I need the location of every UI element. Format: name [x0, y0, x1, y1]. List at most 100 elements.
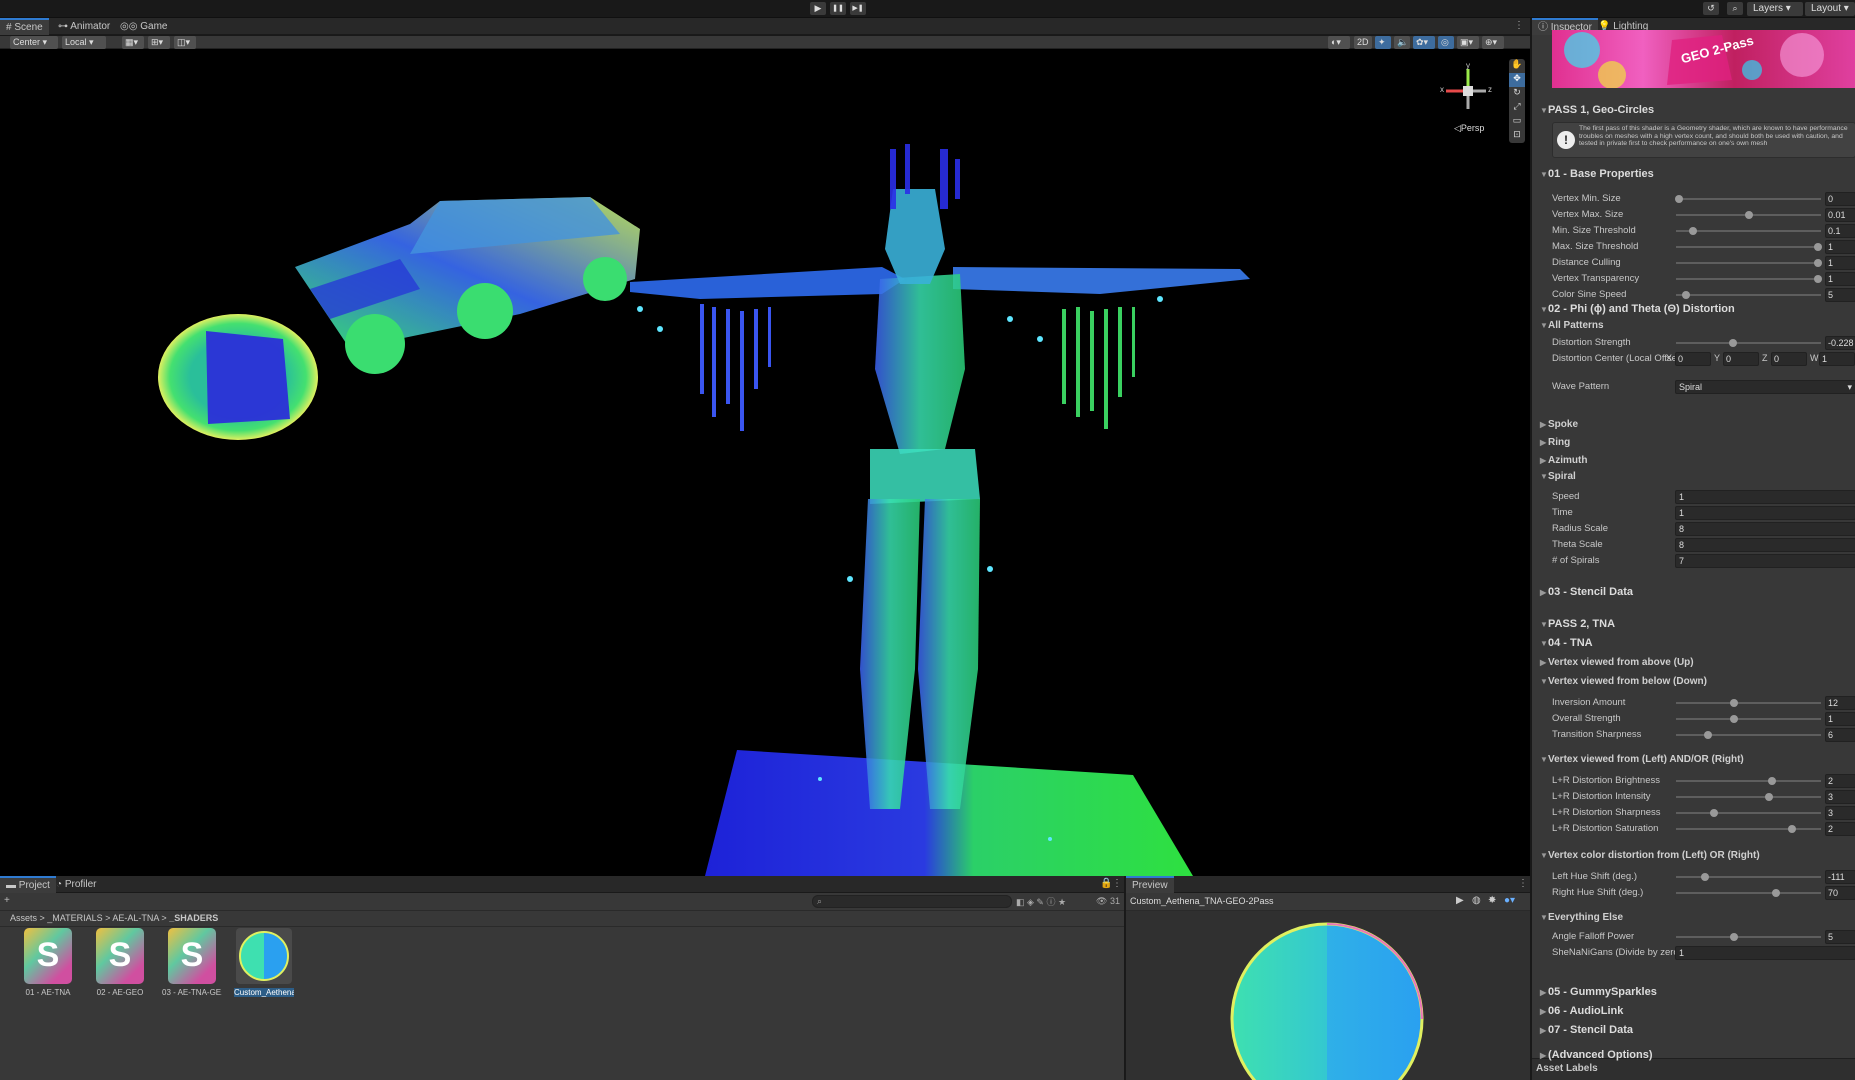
pattern-azimuth-header[interactable]: ▶ Azimuth	[1540, 455, 1587, 466]
hidden-objects-icon[interactable]: ◎	[1438, 36, 1454, 49]
scene-viewport[interactable]: y x z ◁Persp	[0, 49, 1503, 876]
slider-knob[interactable]	[1788, 825, 1796, 833]
spiral-property-field[interactable]: 1	[1675, 506, 1855, 520]
center-x-field[interactable]: 0	[1675, 352, 1711, 366]
layers-dropdown[interactable]: Layers ▾	[1747, 2, 1803, 16]
tab-animator[interactable]: ⊶ Animator	[52, 18, 116, 35]
spiral-property-field[interactable]: 7	[1675, 554, 1855, 568]
slider-knob[interactable]	[1814, 243, 1823, 251]
hue-property-field[interactable]: -111	[1825, 870, 1855, 884]
wave-pattern-dropdown[interactable]: Spiral ▾	[1675, 380, 1855, 394]
asset-item[interactable]: S 01 - AE-TNA	[18, 928, 78, 997]
snap-increment-icon[interactable]: ⊞▾	[148, 36, 170, 49]
asset-item[interactable]: S 02 - AE-GEO	[90, 928, 150, 997]
down-property-slider[interactable]	[1676, 715, 1821, 723]
down-property-slider[interactable]	[1676, 731, 1821, 739]
preview-mesh-dropdown[interactable]: ●▾	[1504, 895, 1515, 906]
preview-play-icon[interactable]: ▶	[1456, 895, 1464, 906]
scale-tool-icon[interactable]: ⤢	[1509, 101, 1525, 115]
kebab-menu-icon[interactable]: ⋮	[1514, 20, 1524, 31]
layout-dropdown[interactable]: Layout ▾	[1805, 2, 1855, 16]
slider-knob[interactable]	[1689, 227, 1698, 235]
down-property-slider[interactable]	[1676, 699, 1821, 707]
distortion-strength-field[interactable]: -0.228	[1825, 336, 1855, 350]
base-properties-header[interactable]: ▼01 - Base Properties	[1540, 168, 1654, 180]
down-property-field[interactable]: 1	[1825, 712, 1855, 726]
base-property-field[interactable]: 5	[1825, 288, 1855, 302]
center-w-field[interactable]: 1	[1819, 352, 1855, 366]
base-property-field[interactable]: 1	[1825, 256, 1855, 270]
distortion-strength-slider[interactable]	[1676, 339, 1821, 347]
slider-knob[interactable]	[1701, 873, 1709, 881]
audio-toggle-icon[interactable]: 🔈	[1394, 36, 1410, 49]
effects-toggle-icon[interactable]: ✿▾	[1413, 36, 1435, 49]
spiral-header[interactable]: ▼Spiral	[1540, 471, 1576, 482]
slider-knob[interactable]	[1728, 339, 1737, 347]
slider-knob[interactable]	[1772, 889, 1781, 897]
tail-section-header[interactable]: ▶ (Advanced Options)	[1540, 1049, 1653, 1061]
slider-knob[interactable]	[1682, 291, 1691, 299]
slider-knob[interactable]	[1730, 699, 1738, 707]
base-property-slider[interactable]	[1674, 195, 1821, 203]
grid-snap-icon[interactable]: ▦▾	[122, 36, 144, 49]
view-options-icon[interactable]: ◫▾	[174, 36, 196, 49]
base-property-field[interactable]: 1	[1825, 240, 1855, 254]
spiral-property-field[interactable]: 8	[1675, 538, 1855, 552]
base-property-slider[interactable]	[1676, 291, 1821, 299]
pattern-spoke-header[interactable]: ▶ Spoke	[1540, 419, 1578, 430]
move-tool-icon[interactable]: ✥	[1509, 73, 1525, 87]
preview-light-icon[interactable]: ✸	[1488, 895, 1496, 906]
tab-project[interactable]: ▬ Project	[0, 876, 56, 893]
lock-icon[interactable]: 🔒	[1100, 878, 1112, 889]
down-property-field[interactable]: 12	[1825, 696, 1855, 710]
pass2-header[interactable]: ▼PASS 2, TNA	[1540, 618, 1615, 630]
center-z-field[interactable]: 0	[1771, 352, 1807, 366]
preview-canvas[interactable]	[1126, 911, 1530, 1080]
tab-profiler[interactable]: ◔ Profiler	[50, 876, 103, 893]
base-property-slider[interactable]	[1676, 275, 1823, 283]
lr-property-field[interactable]: 3	[1825, 806, 1855, 820]
pivot-dropdown[interactable]: Center ▾	[10, 36, 58, 49]
kebab-menu-icon[interactable]: ⋮	[1518, 878, 1528, 889]
slider-knob[interactable]	[1674, 195, 1683, 203]
scene-orientation-gizmo[interactable]: y x z ◁Persp	[1438, 61, 1498, 141]
angle-falloff-slider[interactable]	[1676, 933, 1821, 941]
base-property-field[interactable]: 0	[1825, 192, 1855, 206]
mode-2d-toggle[interactable]: 2D	[1354, 36, 1372, 49]
slider-knob[interactable]	[1730, 933, 1738, 941]
draw-mode-icon[interactable]: ◐▾	[1328, 36, 1350, 49]
gizmos-icon[interactable]: ⊕▾	[1482, 36, 1504, 49]
tna-header[interactable]: ▼04 - TNA	[1540, 637, 1593, 649]
vertex-down-header[interactable]: ▼Vertex viewed from below (Down)	[1540, 676, 1707, 687]
breadcrumb-item[interactable]: _MATERIALS	[47, 913, 102, 923]
slider-knob[interactable]	[1767, 777, 1776, 785]
lr-property-slider[interactable]	[1676, 793, 1821, 801]
search-icon[interactable]: ⌕	[1727, 2, 1743, 15]
center-y-field[interactable]: 0	[1723, 352, 1759, 366]
transform-tool-icon[interactable]: ⊡	[1509, 129, 1525, 143]
lr-property-field[interactable]: 2	[1825, 822, 1855, 836]
shenanigans-field[interactable]: 1	[1675, 946, 1855, 960]
lr-property-field[interactable]: 3	[1825, 790, 1855, 804]
project-search-input[interactable]: ⌕	[812, 895, 1012, 908]
base-property-field[interactable]: 0.01	[1825, 208, 1855, 222]
hue-property-slider[interactable]	[1676, 873, 1821, 881]
vertex-up-header[interactable]: ▶ Vertex viewed from above (Up)	[1540, 657, 1694, 668]
slider-knob[interactable]	[1730, 715, 1738, 723]
pass1-header[interactable]: ▼PASS 1, Geo-Circles	[1540, 104, 1654, 116]
angle-falloff-field[interactable]: 5	[1825, 930, 1855, 944]
camera-settings-icon[interactable]: ▣▾	[1457, 36, 1479, 49]
lr-property-slider[interactable]	[1676, 809, 1821, 817]
tail-section-header[interactable]: ▶ 07 - Stencil Data	[1540, 1024, 1633, 1036]
kebab-menu-icon[interactable]: ⋮	[1112, 878, 1122, 889]
base-property-field[interactable]: 0.1	[1825, 224, 1855, 238]
hand-tool-icon[interactable]: ✋	[1509, 59, 1525, 73]
history-icon[interactable]: ↺	[1703, 2, 1719, 15]
base-property-slider[interactable]	[1676, 243, 1823, 251]
asset-item[interactable]: S 03 - AE-TNA-GE...	[162, 928, 222, 997]
tail-section-header[interactable]: ▶ 05 - GummySparkles	[1540, 986, 1657, 998]
rect-tool-icon[interactable]: ▭	[1509, 115, 1525, 129]
tab-game[interactable]: ◎◎ Game	[114, 18, 173, 35]
spiral-property-field[interactable]: 1	[1675, 490, 1855, 504]
base-property-slider[interactable]	[1676, 259, 1823, 267]
